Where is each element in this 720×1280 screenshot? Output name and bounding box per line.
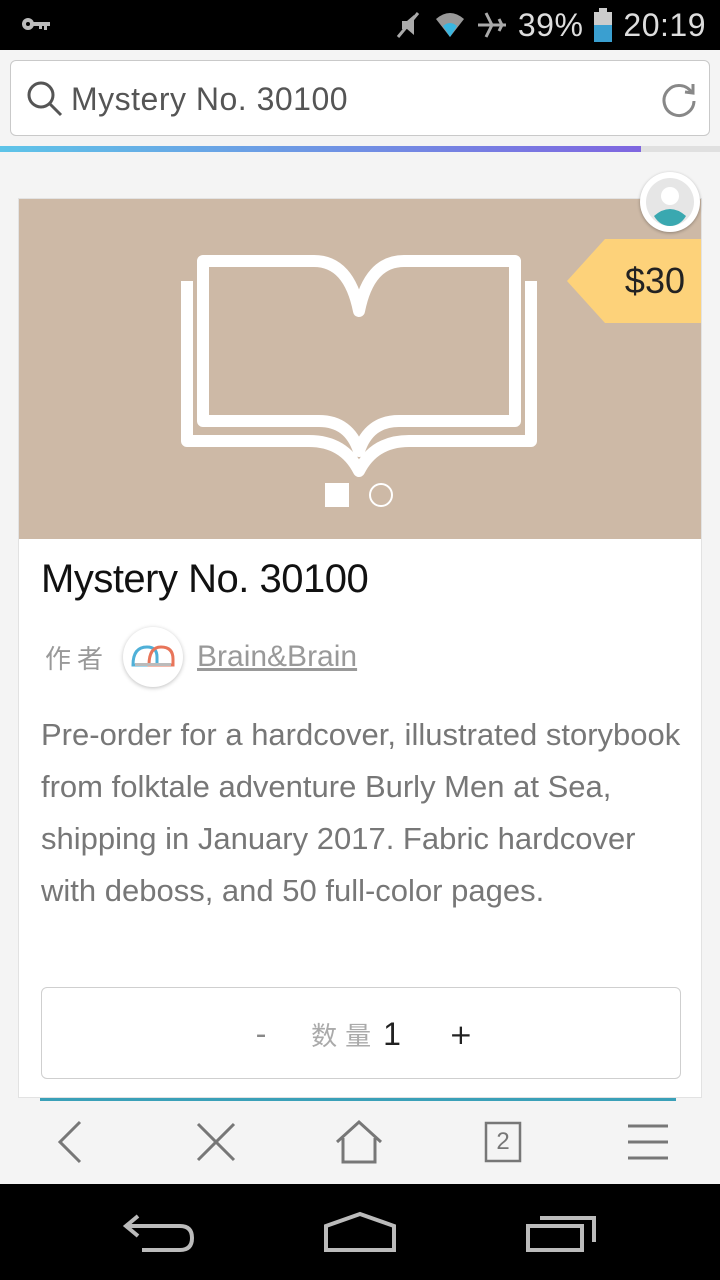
airplane-icon [477,12,506,38]
product-description: Pre-order for a hardcover, illustrated s… [41,717,681,908]
product-image-carousel[interactable]: $30 [19,199,701,539]
search-query[interactable]: Mystery No. 30100 [71,61,348,137]
tabs-button[interactable]: 2 [477,1116,529,1168]
price-tag: $30 [567,239,701,323]
nav-recents-icon[interactable] [522,1208,602,1256]
carousel-indicators [325,483,393,507]
load-progress-fill [0,146,641,152]
author-link[interactable]: Brain&Brain [197,640,357,674]
search-icon [27,81,63,117]
product-title: Mystery No. 30100 [41,557,369,601]
status-right: 39% 20:19 [392,6,706,44]
user-avatar-icon[interactable] [640,172,700,232]
reload-icon[interactable] [659,79,699,119]
key-icon [22,18,50,30]
status-bar: 39% 20:19 [0,0,720,50]
quantity-increase-button[interactable]: + [441,1018,481,1051]
quantity-decrease-button[interactable]: - [241,1017,281,1052]
menu-icon[interactable] [622,1116,674,1168]
battery-icon [594,8,613,42]
price: $30 [624,260,685,301]
carousel-dot-active[interactable] [325,483,349,507]
product-card: $30 Mystery No. 30100 作者 Brain&Brain Pre… [18,198,702,1098]
author-row: 作者 Brain&Brain [45,625,357,689]
carousel-dot[interactable] [369,483,393,507]
author-label: 作者 [45,644,110,675]
android-nav-bar [0,1184,720,1280]
author-avatar[interactable] [123,627,184,687]
quantity-stepper: - 数量 1 + [41,987,681,1079]
quantity-value[interactable]: 1 [383,1016,401,1053]
quantity-controls: - 数量 1 + [42,988,680,1080]
nav-home-icon[interactable] [320,1208,400,1256]
tabs-count: 2 [496,1128,510,1155]
browser-toolbar: 2 [0,1098,720,1184]
close-icon[interactable] [190,1116,242,1168]
back-icon[interactable] [46,1116,98,1168]
quantity-label: 数量 [311,1021,380,1052]
screen: 39% 20:19 Mystery No. 30100 $30 Mystery … [0,0,720,1280]
load-progress-bar [0,146,720,152]
address-bar[interactable]: Mystery No. 30100 [10,60,710,136]
battery-percent: 39% [517,6,584,43]
wifi-icon [435,13,464,37]
nav-back-icon[interactable] [120,1208,200,1256]
home-icon[interactable] [333,1116,385,1168]
mute-icon [396,12,420,38]
open-book-icon [181,255,537,477]
clock: 20:19 [623,6,706,43]
